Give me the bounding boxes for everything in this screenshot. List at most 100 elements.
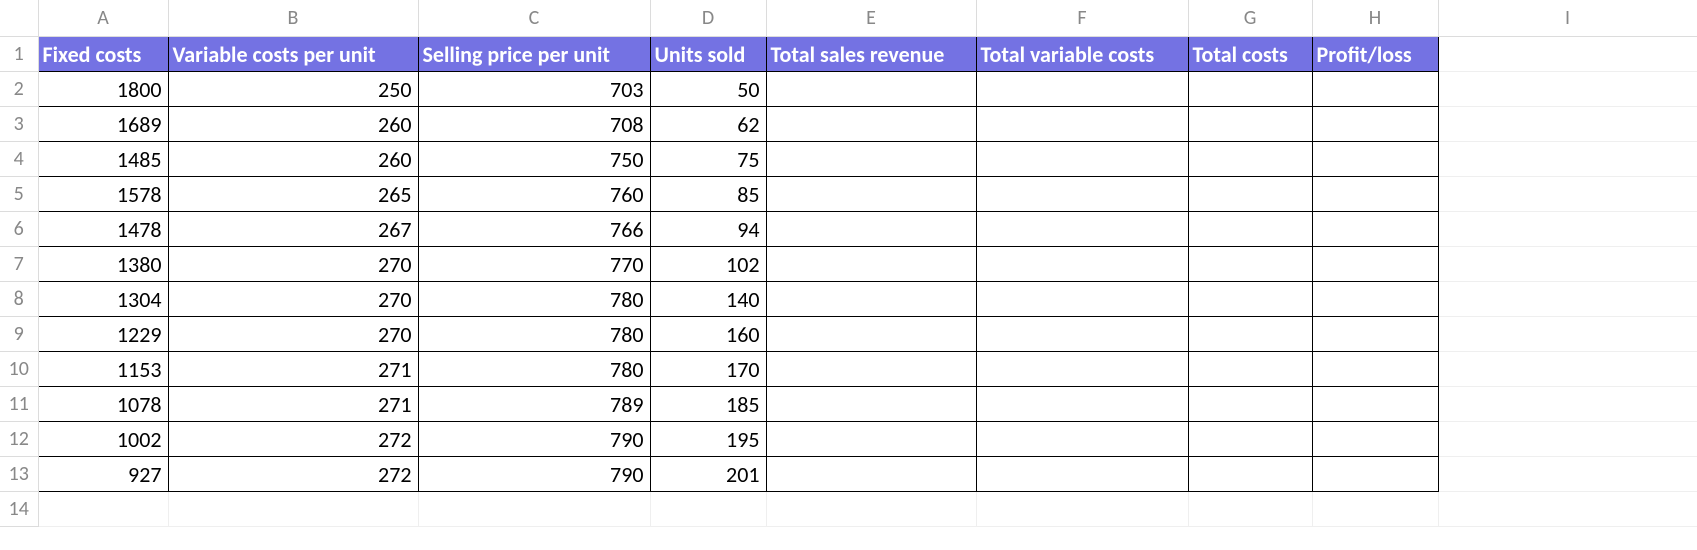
- cell-H1[interactable]: Profit/loss: [1312, 37, 1438, 72]
- cell-B10[interactable]: 271: [168, 352, 418, 387]
- cell-D7[interactable]: 102: [650, 247, 766, 282]
- row-heading-8[interactable]: 8: [0, 282, 38, 317]
- cell-H2[interactable]: [1312, 72, 1438, 107]
- cell-G12[interactable]: [1188, 422, 1312, 457]
- cell-I9[interactable]: [1438, 317, 1697, 352]
- cell-H4[interactable]: [1312, 142, 1438, 177]
- cell-G9[interactable]: [1188, 317, 1312, 352]
- cell-A13[interactable]: 927: [38, 457, 168, 492]
- cell-A1[interactable]: Fixed costs: [38, 37, 168, 72]
- cell-I8[interactable]: [1438, 282, 1697, 317]
- cell-A4[interactable]: 1485: [38, 142, 168, 177]
- cell-G4[interactable]: [1188, 142, 1312, 177]
- cell-B7[interactable]: 270: [168, 247, 418, 282]
- row-heading-4[interactable]: 4: [0, 142, 38, 177]
- cell-B5[interactable]: 265: [168, 177, 418, 212]
- cell-A7[interactable]: 1380: [38, 247, 168, 282]
- cell-E14[interactable]: [766, 492, 976, 527]
- cell-G6[interactable]: [1188, 212, 1312, 247]
- cell-C13[interactable]: 790: [418, 457, 650, 492]
- cell-D13[interactable]: 201: [650, 457, 766, 492]
- cell-D8[interactable]: 140: [650, 282, 766, 317]
- cell-B2[interactable]: 250: [168, 72, 418, 107]
- cell-E10[interactable]: [766, 352, 976, 387]
- cell-B11[interactable]: 271: [168, 387, 418, 422]
- cell-G8[interactable]: [1188, 282, 1312, 317]
- cell-F2[interactable]: [976, 72, 1188, 107]
- cell-C5[interactable]: 760: [418, 177, 650, 212]
- cell-H8[interactable]: [1312, 282, 1438, 317]
- cell-B9[interactable]: 270: [168, 317, 418, 352]
- cell-E6[interactable]: [766, 212, 976, 247]
- cell-F1[interactable]: Total variable costs: [976, 37, 1188, 72]
- cell-E1[interactable]: Total sales revenue: [766, 37, 976, 72]
- cell-B3[interactable]: 260: [168, 107, 418, 142]
- row-heading-11[interactable]: 11: [0, 387, 38, 422]
- cell-G7[interactable]: [1188, 247, 1312, 282]
- cell-D1[interactable]: Units sold: [650, 37, 766, 72]
- cell-I2[interactable]: [1438, 72, 1697, 107]
- cell-B6[interactable]: 267: [168, 212, 418, 247]
- cell-A6[interactable]: 1478: [38, 212, 168, 247]
- cell-F3[interactable]: [976, 107, 1188, 142]
- cell-F10[interactable]: [976, 352, 1188, 387]
- cell-I4[interactable]: [1438, 142, 1697, 177]
- cell-D12[interactable]: 195: [650, 422, 766, 457]
- cell-G10[interactable]: [1188, 352, 1312, 387]
- cell-G5[interactable]: [1188, 177, 1312, 212]
- col-heading-E[interactable]: E: [766, 0, 976, 37]
- cell-F11[interactable]: [976, 387, 1188, 422]
- row-heading-5[interactable]: 5: [0, 177, 38, 212]
- row-heading-1[interactable]: 1: [0, 37, 38, 72]
- cell-C4[interactable]: 750: [418, 142, 650, 177]
- cell-H7[interactable]: [1312, 247, 1438, 282]
- cell-I14[interactable]: [1438, 492, 1697, 527]
- cell-I12[interactable]: [1438, 422, 1697, 457]
- cell-F12[interactable]: [976, 422, 1188, 457]
- cell-C7[interactable]: 770: [418, 247, 650, 282]
- row-heading-6[interactable]: 6: [0, 212, 38, 247]
- row-heading-10[interactable]: 10: [0, 352, 38, 387]
- col-heading-D[interactable]: D: [650, 0, 766, 37]
- cell-A9[interactable]: 1229: [38, 317, 168, 352]
- cell-H14[interactable]: [1312, 492, 1438, 527]
- col-heading-G[interactable]: G: [1188, 0, 1312, 37]
- select-all-corner[interactable]: [0, 0, 38, 37]
- col-heading-A[interactable]: A: [38, 0, 168, 37]
- cell-D11[interactable]: 185: [650, 387, 766, 422]
- cell-A5[interactable]: 1578: [38, 177, 168, 212]
- cell-B14[interactable]: [168, 492, 418, 527]
- cell-C2[interactable]: 703: [418, 72, 650, 107]
- cell-E12[interactable]: [766, 422, 976, 457]
- cell-I6[interactable]: [1438, 212, 1697, 247]
- cell-A12[interactable]: 1002: [38, 422, 168, 457]
- cell-A10[interactable]: 1153: [38, 352, 168, 387]
- cell-E13[interactable]: [766, 457, 976, 492]
- cell-A14[interactable]: [38, 492, 168, 527]
- row-heading-7[interactable]: 7: [0, 247, 38, 282]
- cell-I13[interactable]: [1438, 457, 1697, 492]
- cell-F5[interactable]: [976, 177, 1188, 212]
- cell-F4[interactable]: [976, 142, 1188, 177]
- cell-A8[interactable]: 1304: [38, 282, 168, 317]
- cell-I1[interactable]: [1438, 37, 1697, 72]
- cell-H3[interactable]: [1312, 107, 1438, 142]
- cell-C8[interactable]: 780: [418, 282, 650, 317]
- cell-G14[interactable]: [1188, 492, 1312, 527]
- cell-D5[interactable]: 85: [650, 177, 766, 212]
- cell-E2[interactable]: [766, 72, 976, 107]
- cell-B13[interactable]: 272: [168, 457, 418, 492]
- cell-D3[interactable]: 62: [650, 107, 766, 142]
- cell-D4[interactable]: 75: [650, 142, 766, 177]
- cell-G11[interactable]: [1188, 387, 1312, 422]
- cell-E4[interactable]: [766, 142, 976, 177]
- cell-A11[interactable]: 1078: [38, 387, 168, 422]
- cell-A3[interactable]: 1689: [38, 107, 168, 142]
- cell-G13[interactable]: [1188, 457, 1312, 492]
- col-heading-C[interactable]: C: [418, 0, 650, 37]
- cell-B1[interactable]: Variable costs per unit: [168, 37, 418, 72]
- cell-D10[interactable]: 170: [650, 352, 766, 387]
- row-heading-12[interactable]: 12: [0, 422, 38, 457]
- cell-H5[interactable]: [1312, 177, 1438, 212]
- col-heading-B[interactable]: B: [168, 0, 418, 37]
